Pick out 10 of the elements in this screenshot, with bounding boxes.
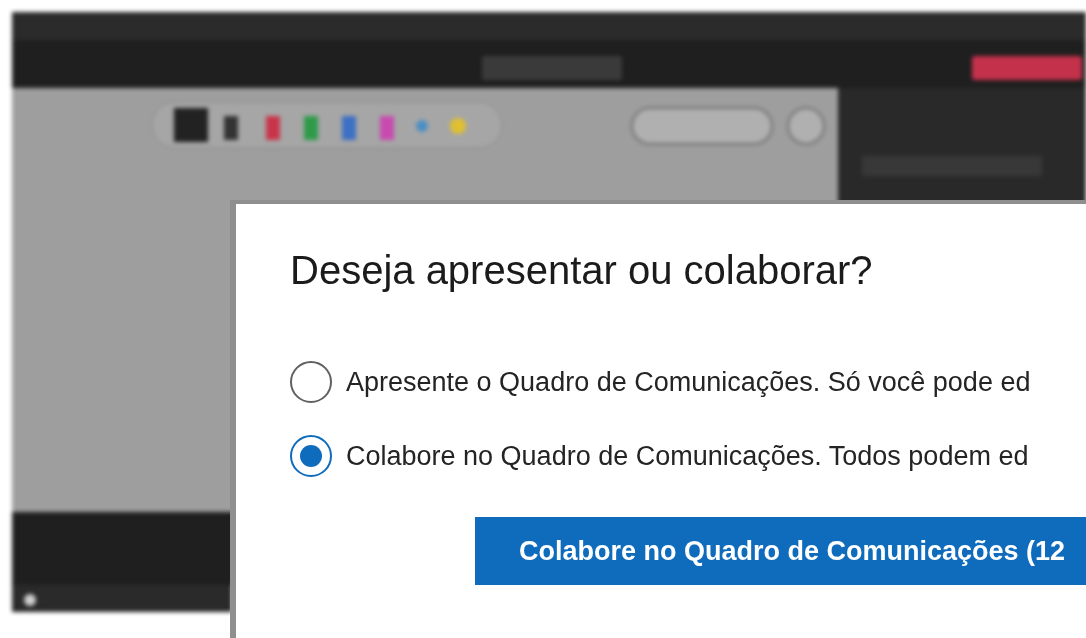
- leave-button[interactable]: [972, 56, 1082, 80]
- radio-button[interactable]: [290, 435, 332, 477]
- round-button[interactable]: [787, 107, 825, 145]
- pill-button[interactable]: [631, 107, 773, 145]
- present-button[interactable]: [482, 56, 622, 80]
- option-label: Apresente o Quadro de Comunicações. Só você pode ed: [346, 365, 1031, 399]
- dialog-title: Deseja apresentar ou colaborar?: [290, 247, 873, 294]
- option-label: Colabore no Quadro de Comunicações. Todos podem ed: [346, 439, 1029, 473]
- collaborate-button[interactable]: Colabore no Quadro de Comunicações (12: [475, 517, 1086, 585]
- radio-button[interactable]: [290, 361, 332, 403]
